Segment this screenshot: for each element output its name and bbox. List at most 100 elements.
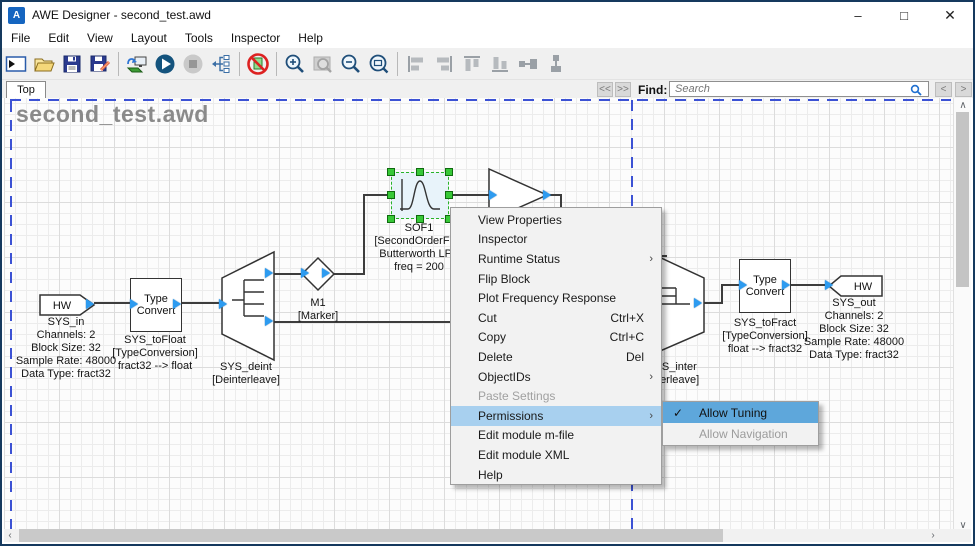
- run-icon[interactable]: [151, 51, 179, 77]
- align-right-icon[interactable]: [430, 51, 458, 77]
- center-horizontal-icon[interactable]: [514, 51, 542, 77]
- design-canvas[interactable]: second_test.awd HW SYS_inChannels: 2Bloc…: [4, 98, 956, 533]
- maximize-button[interactable]: □: [881, 2, 927, 28]
- menu-item-objectids[interactable]: ObjectIDs›: [451, 367, 661, 387]
- wire[interactable]: [94, 302, 132, 304]
- wire[interactable]: [721, 284, 723, 304]
- pin-out: [86, 299, 94, 309]
- tab-top[interactable]: Top: [6, 81, 46, 98]
- selection-handle[interactable]: [416, 168, 424, 176]
- block-label-sys-deint: SYS_deint[Deinterleave]: [181, 361, 311, 387]
- vertical-scrollbar[interactable]: ∧ ∨: [953, 98, 971, 533]
- menu-layout[interactable]: Layout: [122, 29, 176, 47]
- save-icon[interactable]: [58, 51, 86, 77]
- menu-tools[interactable]: Tools: [176, 29, 222, 47]
- align-bottom-icon[interactable]: [486, 51, 514, 77]
- horizontal-scrollbar[interactable]: ‹ ›: [4, 529, 956, 542]
- canvas-doc-title: second_test.awd: [16, 101, 209, 128]
- pin-in: [825, 280, 833, 290]
- submenu-arrow-icon: ›: [649, 410, 653, 422]
- find-prev-button[interactable]: <: [935, 82, 952, 97]
- zoom-all-icon[interactable]: [365, 51, 393, 77]
- pin-out: [694, 298, 702, 308]
- zoom-in-icon[interactable]: [281, 51, 309, 77]
- menu-file[interactable]: File: [2, 29, 39, 47]
- menu-item-flip-block[interactable]: Flip Block: [451, 269, 661, 289]
- app-window: A AWE Designer - second_test.awd – □ ✕ F…: [0, 0, 975, 546]
- menu-item-edit-module-m-file[interactable]: Edit module m-file: [451, 426, 661, 446]
- stop-icon[interactable]: [179, 51, 207, 77]
- close-button[interactable]: ✕: [927, 2, 973, 28]
- wire[interactable]: [182, 302, 223, 304]
- wire[interactable]: [451, 194, 491, 196]
- submenu-arrow-icon: ›: [649, 371, 653, 383]
- disable-hardware-icon[interactable]: [244, 51, 272, 77]
- find-next-button[interactable]: >: [955, 82, 972, 97]
- menu-bar: File Edit View Layout Tools Inspector He…: [2, 28, 973, 48]
- menu-item-inspector[interactable]: Inspector: [451, 230, 661, 250]
- menu-item-cut[interactable]: CutCtrl+X: [451, 308, 661, 328]
- menu-item-edit-module-xml[interactable]: Edit module XML: [451, 445, 661, 465]
- pin-in: [301, 268, 309, 278]
- pin-in: [739, 280, 747, 290]
- page-border-top: [10, 99, 951, 101]
- menu-item-copy[interactable]: CopyCtrl+C: [451, 328, 661, 348]
- save-as-icon[interactable]: [86, 51, 114, 77]
- window-title: AWE Designer - second_test.awd: [32, 8, 211, 22]
- scroll-up-icon[interactable]: ∧: [954, 100, 972, 111]
- align-top-icon[interactable]: [458, 51, 486, 77]
- permissions-submenu: ✓Allow Tuning Allow Navigation: [662, 401, 819, 446]
- connect-target-icon[interactable]: [123, 51, 151, 77]
- menu-item-permissions[interactable]: Permissions›: [451, 406, 661, 426]
- menu-edit[interactable]: Edit: [39, 29, 78, 47]
- selection-handle[interactable]: [387, 191, 395, 199]
- menu-item-paste-settings: Paste Settings: [451, 386, 661, 406]
- context-menu: View Properties Inspector Runtime Status…: [450, 207, 662, 485]
- pin-in: [130, 299, 138, 309]
- center-vertical-icon[interactable]: [542, 51, 570, 77]
- wire[interactable]: [273, 273, 303, 275]
- wire[interactable]: [791, 284, 829, 286]
- search-input[interactable]: [669, 81, 929, 97]
- scroll-right-icon[interactable]: ›: [926, 530, 940, 541]
- zoom-selection-icon[interactable]: [309, 51, 337, 77]
- block-sof1-selected[interactable]: [391, 172, 449, 219]
- horizontal-scroll-thumb[interactable]: [19, 529, 723, 542]
- menu-item-help[interactable]: Help: [451, 465, 661, 485]
- menu-item-delete[interactable]: DeleteDel: [451, 347, 661, 367]
- find-prev-all-button[interactable]: <<: [597, 82, 613, 97]
- pin-out: [265, 268, 273, 278]
- menu-item-plot-frequency-response[interactable]: Plot Frequency Response: [451, 288, 661, 308]
- selection-handle[interactable]: [445, 191, 453, 199]
- route-icon[interactable]: [207, 51, 235, 77]
- block-label-hw-out: SYS_outChannels: 2Block Size: 32Sample R…: [789, 297, 919, 362]
- pin-out: [322, 268, 330, 278]
- scroll-left-icon[interactable]: ‹: [3, 530, 17, 541]
- menu-help[interactable]: Help: [289, 29, 332, 47]
- submenu-arrow-icon: ›: [649, 253, 653, 265]
- selection-handle[interactable]: [445, 168, 453, 176]
- find-next-all-button[interactable]: >>: [615, 82, 631, 97]
- menu-view[interactable]: View: [78, 29, 122, 47]
- menu-inspector[interactable]: Inspector: [222, 29, 289, 47]
- vertical-scroll-thumb[interactable]: [956, 112, 969, 287]
- block-label-m1: M1[Marker]: [253, 297, 383, 323]
- align-left-icon[interactable]: [402, 51, 430, 77]
- minimize-button[interactable]: –: [835, 2, 881, 28]
- submenu-item-allow-tuning[interactable]: ✓Allow Tuning: [663, 402, 818, 423]
- pin-in: [489, 190, 497, 200]
- page-border-left: [10, 99, 12, 530]
- checkmark-icon: ✓: [673, 406, 683, 420]
- selection-handle[interactable]: [387, 168, 395, 176]
- new-file-icon[interactable]: [2, 51, 30, 77]
- find-label: Find:: [638, 83, 667, 97]
- zoom-out-icon[interactable]: [337, 51, 365, 77]
- toolbar: [2, 48, 973, 80]
- app-logo-icon: A: [8, 7, 25, 24]
- open-folder-icon[interactable]: [30, 51, 58, 77]
- menu-item-runtime-status[interactable]: Runtime Status›: [451, 249, 661, 269]
- pin-out: [543, 190, 551, 200]
- filter-curve-icon: [392, 173, 447, 217]
- block-hw-out[interactable]: HW: [827, 274, 884, 298]
- menu-item-view-properties[interactable]: View Properties: [451, 210, 661, 230]
